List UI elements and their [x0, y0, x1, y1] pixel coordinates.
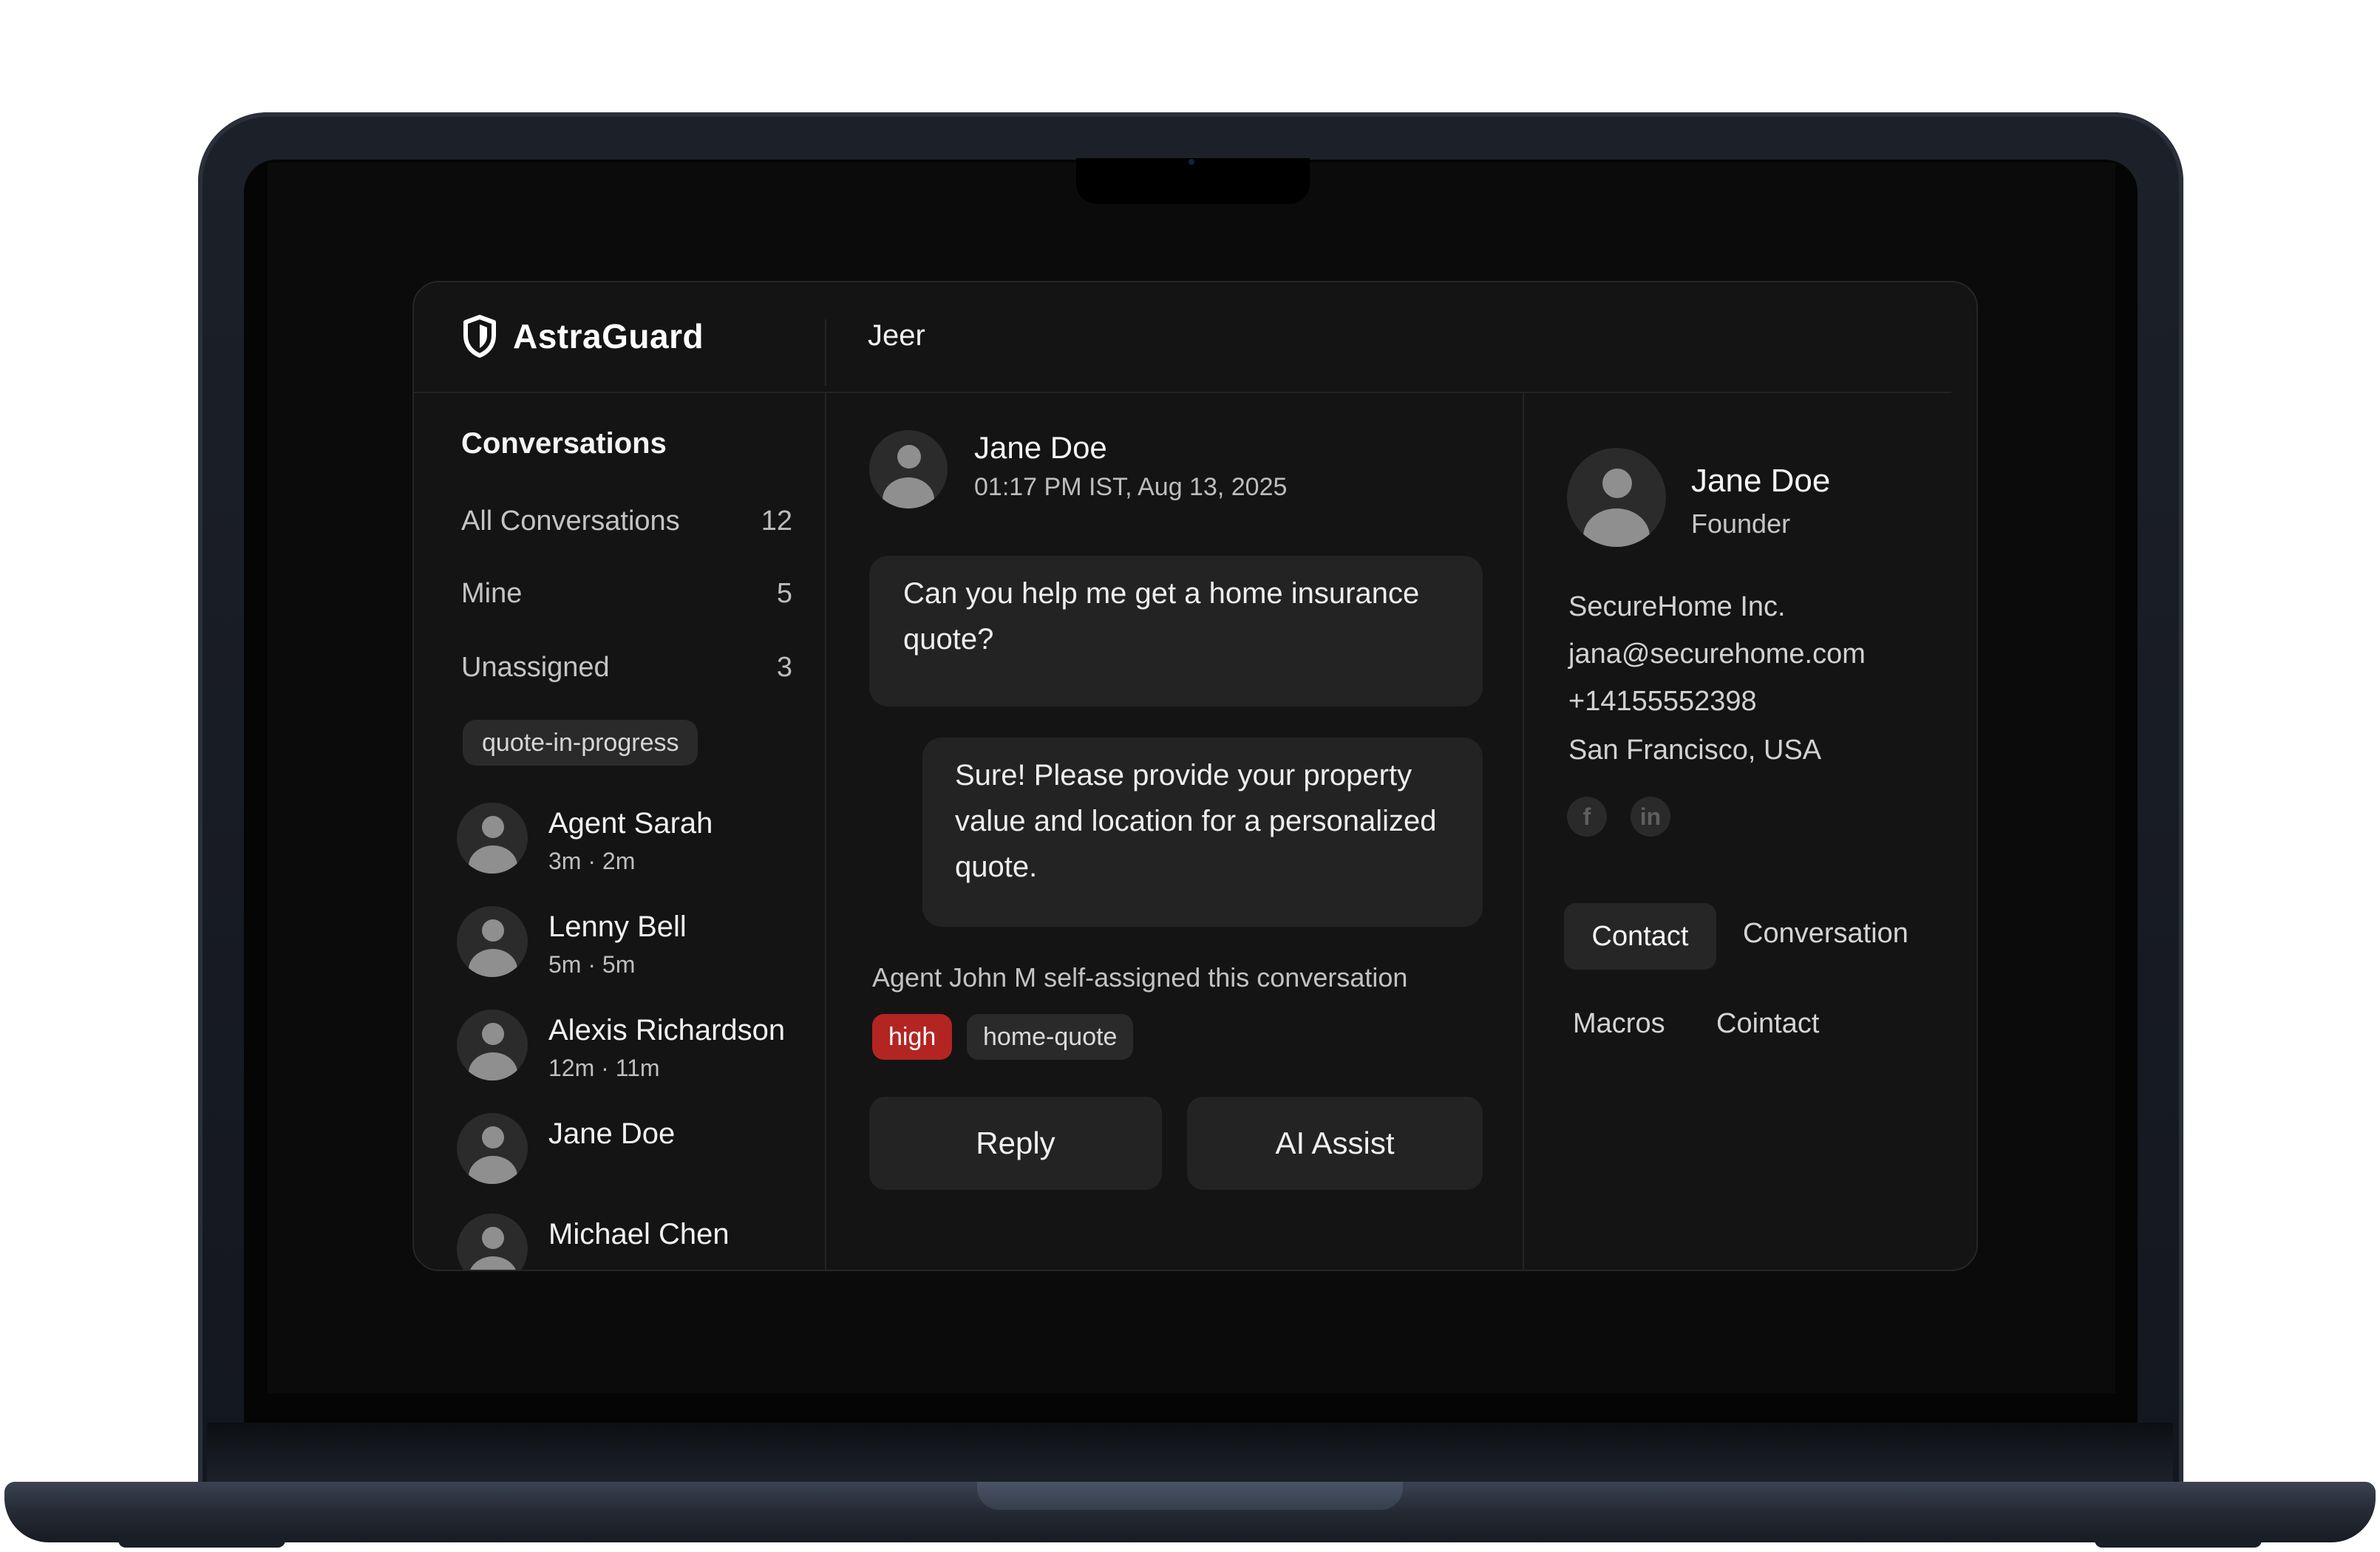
filter-label: Mine — [461, 578, 523, 609]
camera-notch — [1076, 158, 1310, 204]
laptop-foot-right — [2095, 1537, 2262, 1548]
sender-name: Jane Doe — [974, 430, 1107, 465]
facebook-icon[interactable]: f — [1567, 797, 1607, 837]
filter-count: 12 — [761, 506, 792, 537]
list-item[interactable]: Jane Doe — [457, 1113, 675, 1184]
header-bottom-divider — [414, 392, 1951, 393]
header-divider — [825, 319, 826, 386]
brand-name: AstraGuard — [513, 317, 704, 355]
laptop-chin — [207, 1423, 2173, 1482]
contact-role: Founder — [1691, 508, 1791, 539]
shield-icon — [463, 315, 496, 358]
avatar — [457, 1113, 528, 1184]
message-header: Jane Doe 01:17 PM IST, Aug 13, 2025 — [869, 430, 1287, 508]
filter-label: All Conversations — [461, 506, 680, 537]
agent-time: 3m · 2m — [548, 848, 636, 874]
tag-filter-chip[interactable]: quote-in-progress — [463, 720, 698, 766]
filter-label: Unassigned — [461, 652, 610, 683]
agent-message: Sure! Please provide your property value… — [922, 738, 1483, 927]
tab-contact[interactable]: Contact — [1564, 903, 1716, 970]
avatar — [457, 1010, 528, 1080]
agent-time: 5m · 5m — [548, 951, 636, 978]
laptop-base-notch — [977, 1482, 1403, 1510]
agent-name: Alexis Richardson — [548, 1014, 786, 1046]
customer-message: Can you help me get a home insurance quo… — [869, 556, 1483, 707]
avatar — [1567, 448, 1666, 547]
avatar — [457, 906, 528, 977]
system-note: Agent John M self-assigned this conversa… — [872, 962, 1408, 993]
agent-time: 12m · 11m — [548, 1055, 660, 1081]
tab-cointact[interactable]: Cointact — [1716, 1008, 1819, 1040]
list-item[interactable]: Agent Sarah 3m · 2m — [457, 803, 713, 875]
contact-phone[interactable]: +14155552398 — [1568, 686, 1757, 718]
avatar — [457, 803, 528, 874]
brand[interactable]: AstraGuard — [463, 315, 704, 358]
agent-name: Agent Sarah — [548, 807, 713, 840]
list-item[interactable]: Alexis Richardson 12m · 11m — [457, 1010, 785, 1082]
avatar — [457, 1214, 528, 1270]
agent-name: Michael Chen — [548, 1218, 730, 1250]
linkedin-icon[interactable]: in — [1631, 797, 1670, 837]
avatar — [869, 430, 948, 508]
filter-unassigned[interactable]: Unassigned 3 — [461, 652, 792, 684]
contact-name: Jane Doe — [1691, 463, 1831, 499]
camera-icon — [1189, 159, 1194, 165]
filter-count: 5 — [776, 578, 792, 609]
label-tag[interactable]: home-quote — [967, 1014, 1134, 1060]
details-divider — [1523, 392, 1524, 1270]
list-item[interactable]: Michael Chen — [457, 1214, 730, 1270]
filter-mine[interactable]: Mine 5 — [461, 578, 792, 610]
list-item[interactable]: Lenny Bell 5m · 5m — [457, 906, 687, 978]
conversations-heading: Conversations — [461, 427, 667, 460]
ai-assist-button[interactable]: AI Assist — [1187, 1097, 1483, 1190]
tab-macros[interactable]: Macros — [1573, 1008, 1665, 1040]
contact-email[interactable]: jana@securehome.com — [1568, 639, 1866, 670]
agent-name: Lenny Bell — [548, 911, 687, 943]
laptop-foot-left — [118, 1537, 285, 1548]
filter-count: 3 — [776, 652, 792, 683]
app-window: AstraGuard Jeer Conversations All Conver… — [412, 281, 1978, 1271]
agent-name: Jane Doe — [548, 1117, 676, 1150]
sidebar-divider — [825, 392, 826, 1270]
message-timestamp: 01:17 PM IST, Aug 13, 2025 — [974, 473, 1288, 501]
contact-company: SecureHome Inc. — [1568, 591, 1786, 622]
page-title: Jeer — [868, 319, 925, 352]
contact-header: Jane Doe Founder — [1567, 448, 1830, 547]
reply-button[interactable]: Reply — [869, 1097, 1162, 1190]
contact-location: San Francisco, USA — [1568, 735, 1822, 766]
filter-all-conversations[interactable]: All Conversations 12 — [461, 506, 792, 537]
tab-conversation[interactable]: Conversation — [1743, 918, 1908, 950]
priority-tag[interactable]: high — [872, 1014, 953, 1060]
